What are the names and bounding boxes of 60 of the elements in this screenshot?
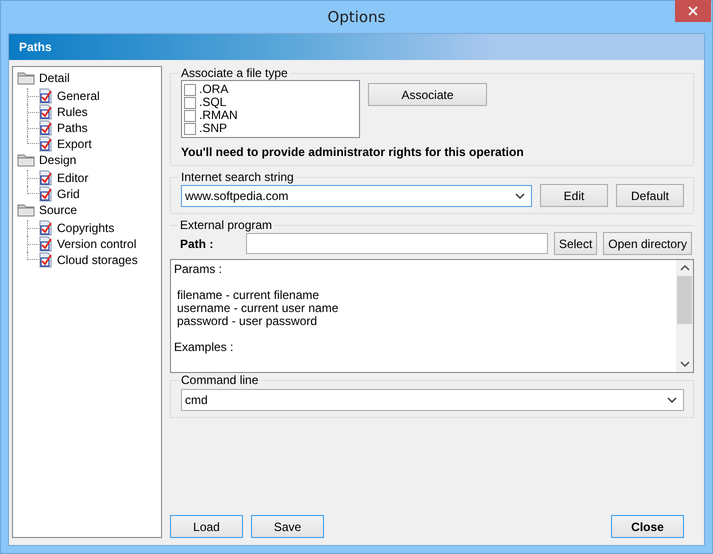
- footer-button[interactable]: Save: [251, 515, 324, 538]
- file-type-checkbox[interactable]: .ORA: [184, 83, 357, 96]
- folder-icon: [17, 153, 35, 167]
- file-type-checkbox[interactable]: .SNP: [184, 122, 357, 135]
- scrollbar[interactable]: [676, 260, 693, 372]
- checked-document-icon: [39, 170, 53, 186]
- tree-item[interactable]: Rules: [39, 104, 88, 120]
- scroll-up-icon: [680, 265, 690, 271]
- checked-document-icon: [39, 252, 53, 268]
- checked-document-icon: [39, 136, 53, 152]
- checked-document-icon: [39, 220, 53, 236]
- file-type-checkbox[interactable]: .RMAN: [184, 109, 357, 122]
- window-title: Options: [328, 8, 386, 26]
- close-button[interactable]: [675, 0, 711, 22]
- path-button[interactable]: Select: [554, 232, 598, 255]
- tree-item[interactable]: Detail: [17, 70, 70, 86]
- folder-icon: [17, 203, 35, 217]
- group-title: Internet search string: [180, 170, 295, 184]
- footer-button[interactable]: Close: [611, 515, 684, 538]
- folder-icon: [17, 71, 35, 85]
- group-title: Associate a file type: [180, 66, 289, 80]
- tree-item[interactable]: Paths: [39, 120, 88, 136]
- search-combo[interactable]: www.softpedia.com: [181, 184, 532, 206]
- dropdown-icon: [515, 192, 525, 198]
- admin-note: You'll need to provide administrator rights for this operation: [181, 145, 525, 159]
- file-type-checkbox[interactable]: .SQL: [184, 96, 357, 109]
- tree-item[interactable]: Copyrights: [39, 220, 114, 236]
- dropdown-icon: [667, 397, 677, 403]
- group-title: External program: [179, 218, 274, 232]
- section-title: Paths: [19, 40, 52, 54]
- tree-item[interactable]: Export: [39, 136, 92, 152]
- group-title: Command line: [180, 373, 260, 387]
- tree-item[interactable]: Design: [17, 152, 76, 168]
- footer-button[interactable]: Load: [170, 515, 243, 538]
- tree-item[interactable]: General: [39, 88, 100, 104]
- command-combo[interactable]: cmd: [181, 389, 684, 411]
- memo-line: Examples :: [174, 341, 234, 354]
- search-button[interactable]: Edit: [540, 184, 608, 207]
- tree-item[interactable]: Grid: [39, 186, 80, 202]
- memo-line: password - user password: [176, 315, 318, 328]
- associate-button[interactable]: Associate: [368, 83, 487, 106]
- help-memo[interactable]: Params : filename - current filename username - current user name password - user password Examples :: [170, 259, 694, 373]
- tree-item[interactable]: Version control: [39, 236, 136, 252]
- tree-item[interactable]: Source: [17, 202, 78, 218]
- path-label: Path :: [180, 236, 214, 250]
- memo-line: username - current user name: [176, 302, 340, 315]
- checked-document-icon: [39, 236, 53, 252]
- search-button[interactable]: Default: [616, 184, 684, 207]
- path-button[interactable]: Open directory: [603, 232, 692, 255]
- checked-document-icon: [39, 88, 53, 104]
- memo-line: Params :: [174, 263, 224, 276]
- checked-document-icon: [39, 120, 53, 136]
- tree-item[interactable]: Cloud storages: [39, 252, 138, 268]
- checked-document-icon: [39, 186, 53, 202]
- close-icon: [688, 6, 698, 16]
- checked-document-icon: [39, 104, 53, 120]
- tree-item[interactable]: Editor: [39, 170, 88, 186]
- memo-line: filename - current filename: [176, 289, 320, 302]
- scroll-down-icon: [680, 361, 690, 367]
- path-field[interactable]: [246, 233, 548, 254]
